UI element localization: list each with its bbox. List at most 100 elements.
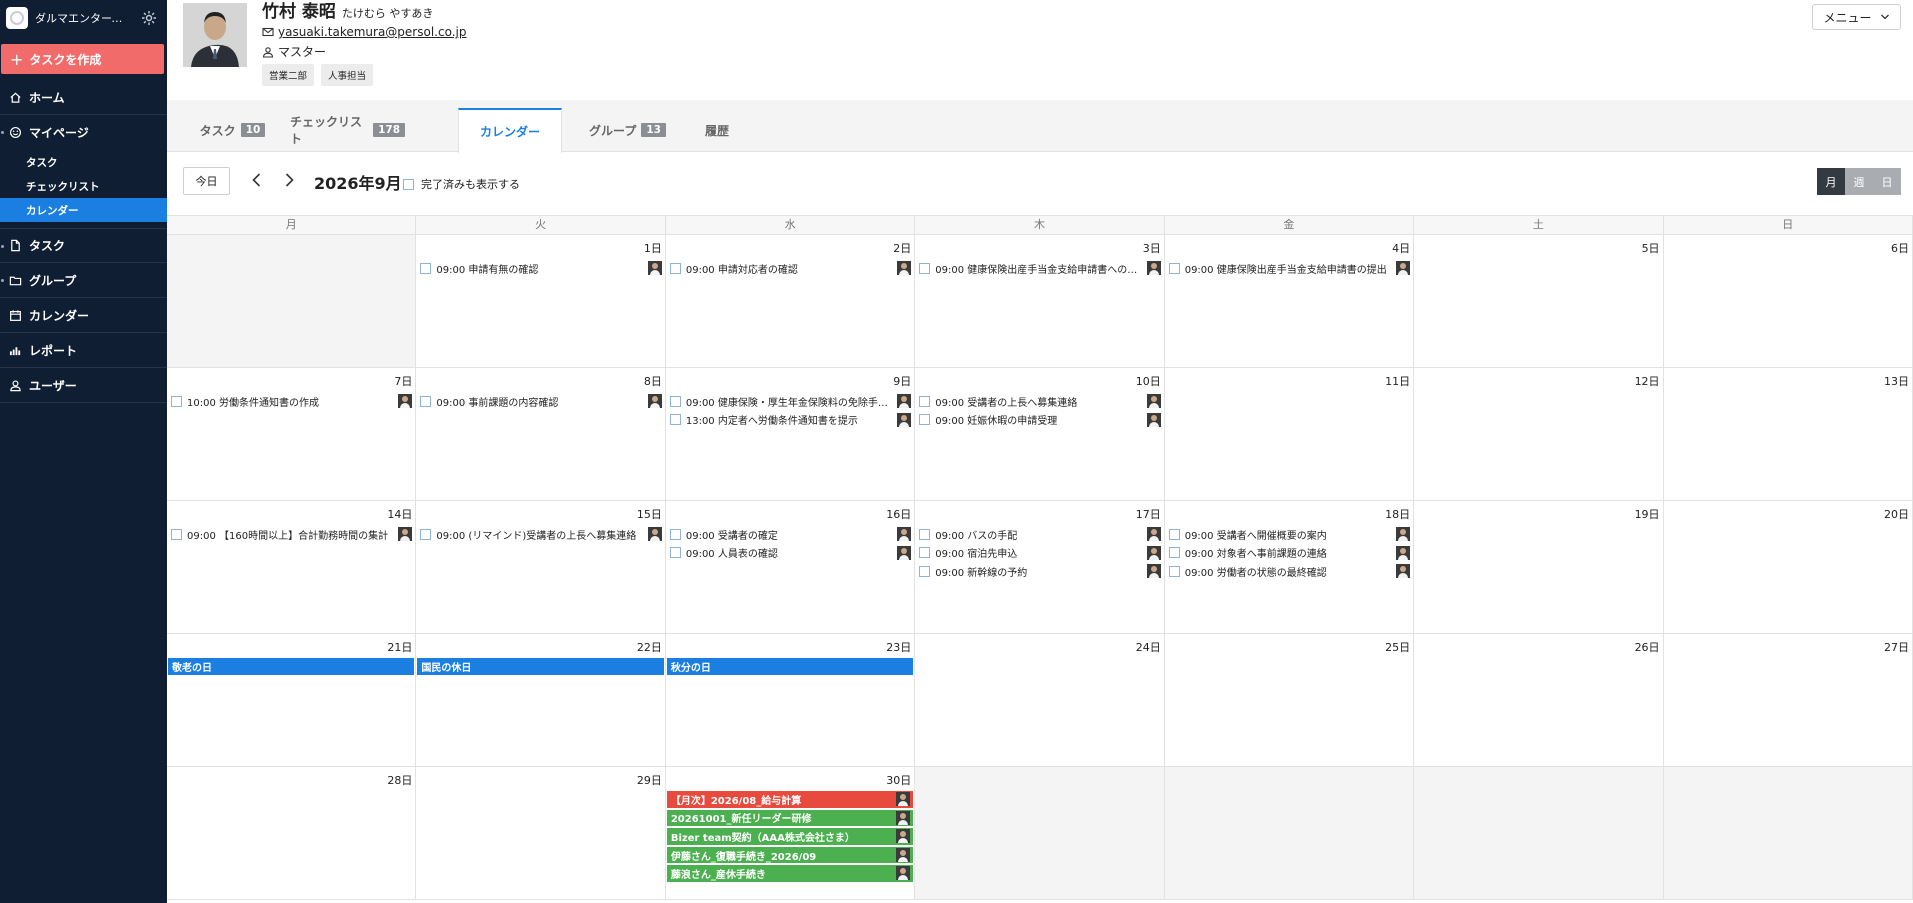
sidebar-item-calendar[interactable]: カレンダー <box>0 298 167 333</box>
sidebar-sub-checklist[interactable]: チェックリスト <box>0 174 167 198</box>
gear-icon[interactable] <box>141 10 157 26</box>
view-month-button[interactable]: 月 <box>1817 168 1845 195</box>
task-checkbox[interactable] <box>171 395 182 407</box>
sidebar-item-task[interactable]: タスク <box>0 228 167 263</box>
show-completed-toggle[interactable]: 完了済みも表示する <box>403 176 520 192</box>
checklist-bar[interactable]: 20261001_新任リーダー研修 <box>666 809 914 827</box>
task-checkbox[interactable] <box>669 547 681 559</box>
task-checkbox[interactable] <box>669 528 681 540</box>
calendar-task[interactable]: 09:00 受講者へ開催概要の案内 <box>1165 525 1413 544</box>
sidebar-item-home[interactable]: ホーム <box>0 80 167 115</box>
day-number[interactable]: 10日 <box>1136 373 1161 389</box>
day-number[interactable]: 1日 <box>644 240 662 256</box>
task-checkbox[interactable] <box>171 528 182 540</box>
view-day-button[interactable]: 日 <box>1873 168 1901 195</box>
day-number[interactable]: 20日 <box>1884 506 1909 522</box>
day-cell[interactable]: 28日 <box>167 767 417 899</box>
create-task-button[interactable]: + タスクを作成 <box>1 44 164 74</box>
day-cell[interactable]: 7日 10:00 労働条件通知書の作成 <box>167 368 417 500</box>
calendar-task[interactable]: 09:00 受講者の確定 <box>666 525 914 544</box>
calendar-task[interactable]: 10:00 労働条件通知書の作成 <box>167 392 415 411</box>
day-number[interactable]: 28日 <box>387 772 412 788</box>
calendar-task[interactable]: 09:00 【160時間以上】合計勤務時間の集計 <box>167 525 415 544</box>
calendar-task[interactable]: 09:00 受講者の上長へ募集連絡 <box>915 392 1163 411</box>
day-number[interactable]: 13日 <box>1884 373 1909 389</box>
day-number[interactable]: 15日 <box>637 506 662 522</box>
day-number[interactable]: 9日 <box>893 373 911 389</box>
tab-calendar[interactable]: カレンダー <box>458 108 562 153</box>
day-cell[interactable]: 25日 <box>1165 634 1415 766</box>
day-number[interactable]: 21日 <box>387 639 412 655</box>
task-checkbox[interactable] <box>1168 528 1180 540</box>
day-cell[interactable]: 16日 09:00 受講者の確定 09:00 人員表の確認 <box>666 501 916 633</box>
checkbox[interactable] <box>403 178 414 190</box>
day-cell[interactable]: 17日 09:00 バスの手配 09:00 宿泊先申込 09:00 新幹線の予約 <box>915 501 1165 633</box>
sidebar-sub-calendar[interactable]: カレンダー <box>0 198 167 222</box>
day-cell[interactable]: 4日 09:00 健康保険出産手当金支給申請書の提出 <box>1165 235 1415 367</box>
day-number[interactable]: 29日 <box>637 772 662 788</box>
checklist-bar[interactable]: 【月次】2026/08_給与計算 <box>666 791 914 808</box>
day-number[interactable]: 19日 <box>1635 506 1660 522</box>
day-number[interactable]: 16日 <box>886 506 911 522</box>
day-cell[interactable]: 12日 <box>1414 368 1664 500</box>
day-cell[interactable]: 1日 09:00 申請有無の確認 <box>416 235 666 367</box>
task-checkbox[interactable] <box>919 414 931 426</box>
day-number[interactable]: 25日 <box>1385 639 1410 655</box>
sidebar-item-mypage[interactable]: マイページ <box>0 115 167 150</box>
day-cell[interactable]: 20日 <box>1664 501 1913 633</box>
day-cell[interactable]: 5日 <box>1414 235 1664 367</box>
checklist-bar[interactable]: Bizer team契約（AAA株式会社さま） <box>666 828 914 845</box>
day-cell[interactable]: 2日 09:00 申請対応者の確認 <box>666 235 916 367</box>
day-cell[interactable]: 14日 09:00 【160時間以上】合計勤務時間の集計 <box>167 501 417 633</box>
day-number[interactable]: 14日 <box>387 506 412 522</box>
calendar-task[interactable]: 09:00 (リマインド)受講者の上長へ募集連絡 <box>416 525 664 544</box>
day-cell[interactable]: 3日 09:00 健康保険出産手当金支給申請書への記入 <box>915 235 1165 367</box>
calendar-task[interactable]: 09:00 健康保険・厚生年金保険料の免除手続き <box>666 392 914 411</box>
day-number[interactable]: 12日 <box>1635 373 1660 389</box>
calendar-task[interactable]: 09:00 労働者の状態の最終確認 <box>1165 562 1413 581</box>
day-number[interactable]: 18日 <box>1385 506 1410 522</box>
day-number[interactable]: 27日 <box>1884 639 1909 655</box>
day-cell[interactable]: 10日 09:00 受講者の上長へ募集連絡 09:00 妊娠休暇の申請受理 <box>915 368 1165 500</box>
task-checkbox[interactable] <box>919 528 931 540</box>
day-number[interactable]: 5日 <box>1642 240 1660 256</box>
day-number[interactable]: 24日 <box>1136 639 1161 655</box>
day-number[interactable]: 26日 <box>1635 639 1660 655</box>
calendar-task[interactable]: 09:00 対象者へ事前課題の連絡 <box>1165 544 1413 563</box>
user-email-link[interactable]: yasuaki.takemura@persol.co.jp <box>262 25 466 39</box>
tab-group[interactable]: グループ 13 <box>570 108 685 152</box>
task-checkbox[interactable] <box>1168 262 1180 274</box>
day-cell[interactable]: 24日 <box>915 634 1165 766</box>
task-checkbox[interactable] <box>919 262 931 274</box>
task-checkbox[interactable] <box>1168 547 1180 559</box>
tab-task[interactable]: タスク 10 <box>185 108 280 152</box>
checklist-bar[interactable]: 藤浪さん_産休手続き <box>666 865 914 882</box>
day-number[interactable]: 3日 <box>1143 240 1161 256</box>
day-cell[interactable]: 6日 <box>1664 235 1913 367</box>
day-cell[interactable]: 27日 <box>1664 634 1913 766</box>
day-number[interactable]: 8日 <box>644 373 662 389</box>
task-checkbox[interactable] <box>669 395 681 407</box>
day-number[interactable]: 23日 <box>886 639 911 655</box>
calendar-task[interactable]: 09:00 人員表の確認 <box>666 544 914 563</box>
day-number[interactable]: 2日 <box>893 240 911 256</box>
task-checkbox[interactable] <box>669 262 681 274</box>
view-week-button[interactable]: 週 <box>1845 168 1873 195</box>
tab-history[interactable]: 履歴 <box>687 108 747 152</box>
calendar-task[interactable]: 09:00 バスの手配 <box>915 525 1163 544</box>
task-checkbox[interactable] <box>420 395 432 407</box>
calendar-task[interactable]: 09:00 妊娠休暇の申請受理 <box>915 411 1163 430</box>
sidebar-item-user[interactable]: ユーザー <box>0 368 167 403</box>
task-checkbox[interactable] <box>919 547 931 559</box>
day-cell[interactable]: 26日 <box>1414 634 1664 766</box>
day-cell[interactable]: 23日 秋分の日 <box>666 634 916 766</box>
day-cell[interactable]: 22日 国民の休日 <box>416 634 666 766</box>
day-cell[interactable]: 29日 <box>416 767 666 899</box>
calendar-task[interactable]: 09:00 申請対応者の確認 <box>666 259 914 278</box>
sidebar-item-report[interactable]: レポート <box>0 333 167 368</box>
task-checkbox[interactable] <box>420 262 432 274</box>
tab-checklist[interactable]: チェックリスト 178 <box>290 108 405 152</box>
day-cell[interactable]: 13日 <box>1664 368 1913 500</box>
task-checkbox[interactable] <box>919 565 931 577</box>
day-number[interactable]: 30日 <box>886 772 911 788</box>
